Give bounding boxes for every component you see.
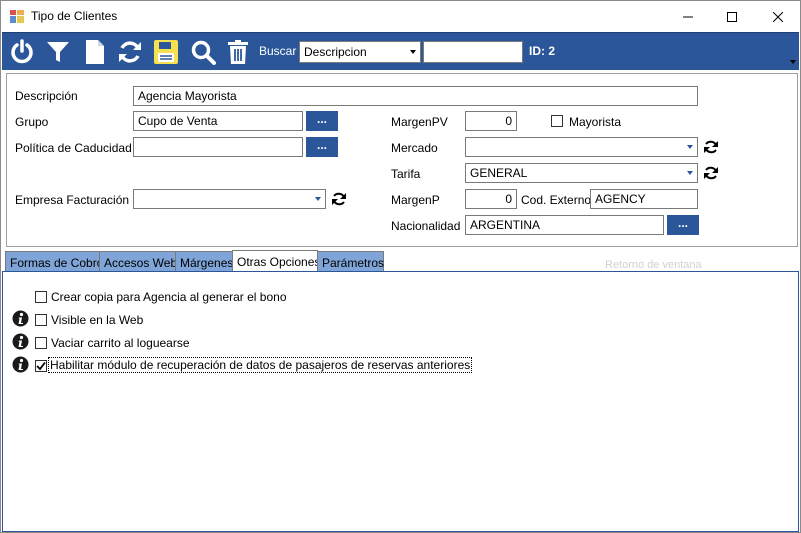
tab-content-otras-opciones: Crear copia para Agencia al generar el b… [2, 271, 799, 532]
app-icon [10, 10, 24, 23]
overflow-arrow-icon[interactable] [790, 60, 796, 64]
grupo-field[interactable]: Cupo de Venta [133, 111, 303, 131]
option-checkbox-vaciar-carrito[interactable] [35, 337, 47, 349]
minimize-button[interactable] [665, 1, 711, 32]
close-icon [773, 11, 783, 22]
tarifa-combo-value: GENERAL [470, 166, 528, 180]
record-id-label: ID: 2 [529, 44, 556, 58]
tarifa-combo[interactable]: GENERAL [465, 163, 698, 183]
margenp-field[interactable]: 0 [465, 189, 517, 209]
margenpv-label: MargenPV [391, 115, 448, 129]
empresa-combo[interactable] [133, 189, 326, 209]
nacionalidad-field[interactable]: ARGENTINA [465, 215, 664, 235]
option-checkbox-visible-web[interactable] [35, 314, 47, 326]
grupo-browse-button[interactable]: ... [306, 111, 338, 131]
option-label-vaciar-carrito: Vaciar carrito al loguearse [51, 336, 190, 350]
mercado-combo[interactable] [465, 137, 698, 157]
minimize-icon [683, 16, 693, 17]
maximize-button[interactable] [709, 1, 755, 32]
cod-externo-label: Cod. Externo [521, 193, 592, 207]
buscar-combo-value: Descripcion [304, 45, 367, 59]
option-label-habilitar-modulo: Habilitar módulo de recuperación de dato… [47, 357, 473, 373]
power-icon[interactable] [9, 39, 35, 65]
margenpv-field[interactable]: 0 [465, 111, 517, 131]
info-icon[interactable] [12, 310, 29, 327]
chevron-down-icon [410, 50, 416, 54]
main-window: Tipo de Clientes Buscar Descripcion ID: … [0, 0, 801, 533]
tab-accesos-web[interactable]: Accesos Web [99, 251, 177, 272]
cod-externo-field[interactable]: AGENCY [590, 189, 698, 209]
mercado-refresh-icon[interactable] [703, 139, 719, 155]
search-input[interactable] [423, 41, 523, 63]
margenp-label: MargenP [391, 193, 440, 207]
buscar-label: Buscar [259, 44, 297, 58]
empresa-refresh-icon[interactable] [331, 191, 347, 207]
empresa-label: Empresa Facturación [15, 193, 130, 207]
descripcion-label: Descripción [15, 89, 78, 103]
tarifa-label: Tarifa [391, 167, 421, 181]
info-icon[interactable] [12, 333, 29, 350]
tab-margenes[interactable]: Márgenes [175, 251, 233, 272]
mayorista-checkbox[interactable] [551, 115, 563, 127]
buscar-combo[interactable]: Descripcion [299, 41, 421, 63]
tab-parametros[interactable]: Parámetros [317, 251, 384, 272]
mayorista-label: Mayorista [569, 115, 622, 129]
tarifa-refresh-icon[interactable] [703, 165, 719, 181]
checkmark-icon [36, 361, 46, 371]
new-document-icon[interactable] [82, 39, 108, 65]
tab-formas-de-cobro[interactable]: Formas de Cobro [5, 251, 103, 272]
option-checkbox-habilitar-modulo[interactable] [35, 360, 47, 372]
nacionalidad-label: Nacionalidad [391, 219, 461, 233]
grupo-label: Grupo [15, 115, 49, 129]
tab-otras-opciones[interactable]: Otras Opciones [232, 250, 320, 272]
politica-browse-button[interactable]: ... [306, 137, 338, 157]
chevron-down-icon [683, 164, 697, 182]
mercado-label: Mercado [391, 141, 438, 155]
close-button[interactable] [755, 1, 801, 32]
save-icon[interactable] [153, 39, 179, 65]
option-label-crear-copia: Crear copia para Agencia al generar el b… [51, 290, 287, 304]
window-title: Tipo de Clientes [31, 9, 118, 23]
filter-icon[interactable] [45, 39, 71, 65]
title-bar: Tipo de Clientes [1, 1, 800, 32]
politica-field[interactable] [133, 137, 303, 157]
chevron-down-icon [311, 190, 325, 208]
option-checkbox-crear-copia[interactable] [35, 291, 47, 303]
nacionalidad-browse-button[interactable]: ... [667, 215, 699, 235]
politica-label: Política de Caducidad [15, 141, 132, 155]
toolbar: Buscar Descripcion ID: 2 [2, 32, 799, 70]
delete-icon[interactable] [225, 39, 251, 65]
form-panel: Descripción Agencia Mayorista Grupo Cupo… [6, 73, 798, 247]
option-label-visible-web: Visible en la Web [51, 313, 144, 327]
info-icon[interactable] [12, 356, 29, 373]
refresh-icon[interactable] [117, 39, 143, 65]
ghost-label: Retorno de ventana [605, 259, 702, 271]
descripcion-field[interactable]: Agencia Mayorista [133, 86, 698, 106]
search-icon[interactable] [190, 39, 216, 65]
chevron-down-icon [683, 138, 697, 156]
maximize-icon [727, 11, 737, 22]
